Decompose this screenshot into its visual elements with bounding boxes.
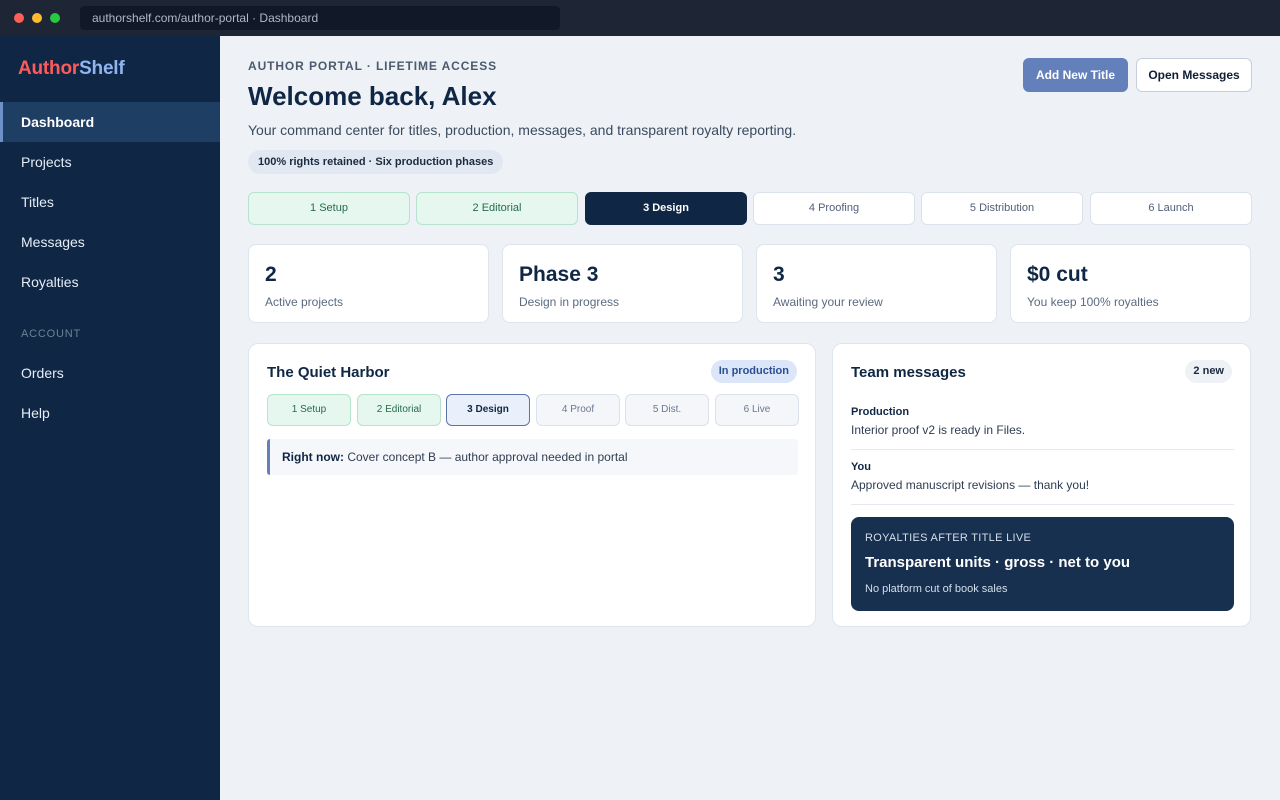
project-phase-editorial[interactable]: 2 Editorial [357, 394, 441, 426]
stat-label: Design in progress [519, 295, 620, 309]
message-text: Interior proof v2 is ready in Files. [851, 423, 1026, 437]
brand-logo-part2: Shelf [79, 58, 125, 79]
sidebar-item-orders[interactable]: Orders [0, 353, 220, 393]
phase-step-design[interactable]: 3 Design [585, 192, 747, 225]
browser-chrome: authorshelf.com/author-portal · Dashboar… [0, 0, 1280, 36]
stat-card-awaiting-review: 3 Awaiting your review [756, 244, 997, 323]
sidebar-item-dashboard[interactable]: Dashboard [0, 102, 220, 142]
project-phase-proof[interactable]: 4 Proof [536, 394, 620, 426]
stat-label: Active projects [265, 295, 344, 309]
stat-value: $0 cut [1027, 263, 1088, 286]
phase-step-editorial[interactable]: 2 Editorial [416, 192, 578, 225]
project-title[interactable]: The Quiet Harbor [267, 364, 390, 381]
phase-step-distribution[interactable]: 5 Distribution [921, 192, 1083, 225]
stat-value: 2 [265, 263, 277, 286]
message-item[interactable]: You Approved manuscript revisions — than… [851, 461, 1234, 492]
royalties-headline: Transparent units · gross · net to you [865, 554, 1131, 571]
sidebar: AuthorShelf Dashboard Projects Titles Me… [0, 36, 220, 800]
add-new-title-button[interactable]: Add New Title [1023, 58, 1128, 92]
sidebar-item-royalties[interactable]: Royalties [0, 262, 220, 302]
phase-step-launch[interactable]: 6 Launch [1090, 192, 1252, 225]
message-sender: Production [851, 406, 910, 418]
project-card: The Quiet Harbor In production 1 Setup 2… [248, 343, 816, 627]
status-badge: In production [710, 360, 797, 383]
project-phase-setup[interactable]: 1 Setup [267, 394, 351, 426]
open-messages-button[interactable]: Open Messages [1136, 58, 1252, 92]
sidebar-item-projects[interactable]: Projects [0, 142, 220, 182]
divider [851, 504, 1234, 505]
stat-card-current-phase: Phase 3 Design in progress [502, 244, 743, 323]
brand-logo[interactable]: AuthorShelf [18, 58, 125, 80]
sidebar-item-messages[interactable]: Messages [0, 222, 220, 262]
royalties-eyebrow: ROYALTIES AFTER TITLE LIVE [865, 532, 1032, 544]
close-window-icon[interactable] [14, 13, 24, 23]
page-eyebrow: AUTHOR PORTAL · LIFETIME ACCESS [248, 59, 498, 73]
message-sender: You [851, 461, 871, 473]
maximize-window-icon[interactable] [50, 13, 60, 23]
divider [851, 449, 1234, 450]
stat-value: 3 [773, 263, 785, 286]
stat-card-royalties: $0 cut You keep 100% royalties [1010, 244, 1251, 323]
sidebar-item-help[interactable]: Help [0, 393, 220, 433]
stat-value: Phase 3 [519, 263, 599, 286]
page-subtitle: Your command center for titles, producti… [248, 122, 797, 138]
rights-pill: 100% rights retained · Six production ph… [248, 150, 504, 174]
project-phase-design[interactable]: 3 Design [446, 394, 530, 426]
page-title: Welcome back, Alex [248, 81, 497, 111]
sidebar-section-label: ACCOUNT [21, 328, 81, 340]
phase-step-proofing[interactable]: 4 Proofing [753, 192, 915, 225]
stat-card-active-projects: 2 Active projects [248, 244, 489, 323]
right-now-label: Right now: [282, 450, 344, 464]
new-messages-badge: 2 new [1185, 360, 1232, 383]
message-text: Approved manuscript revisions — thank yo… [851, 478, 1090, 492]
team-messages-card: Team messages 2 new Production Interior … [832, 343, 1251, 627]
project-phase-live[interactable]: 6 Live [715, 394, 799, 426]
stat-label: Awaiting your review [773, 295, 883, 309]
project-phase-distribution[interactable]: 5 Dist. [625, 394, 709, 426]
phase-step-setup[interactable]: 1 Setup [248, 192, 410, 225]
royalties-subtext: No platform cut of book sales [865, 583, 1008, 595]
right-now-callout: Right now: Cover concept B — author appr… [267, 439, 798, 475]
sidebar-item-titles[interactable]: Titles [0, 182, 220, 222]
royalties-panel: ROYALTIES AFTER TITLE LIVE Transparent u… [851, 517, 1234, 611]
address-bar[interactable]: authorshelf.com/author-portal · Dashboar… [80, 6, 560, 30]
brand-logo-part1: Author [18, 58, 80, 79]
messages-title: Team messages [851, 364, 966, 381]
stat-label: You keep 100% royalties [1027, 295, 1159, 309]
minimize-window-icon[interactable] [32, 13, 42, 23]
right-now-text: Cover concept B — author approval needed… [347, 450, 628, 464]
message-item[interactable]: Production Interior proof v2 is ready in… [851, 406, 1234, 437]
